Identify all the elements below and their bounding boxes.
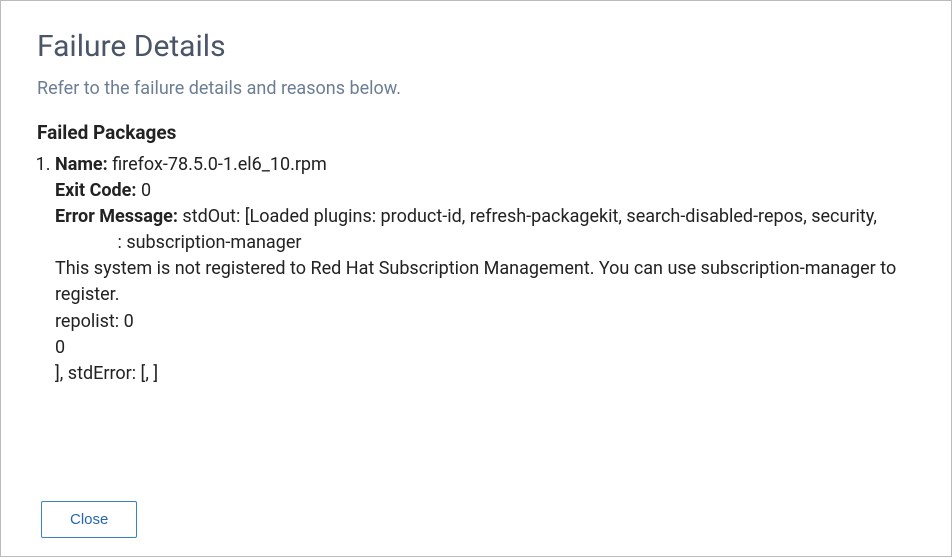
failed-packages-list: Name: firefox-78.5.0-1.el6_10.rpm Exit C… xyxy=(37,152,915,387)
dialog-footer: Close xyxy=(41,501,137,538)
package-item-body: Exit Code: 0 Error Message: stdOut: [Loa… xyxy=(55,178,915,387)
dialog-title: Failure Details xyxy=(37,29,915,64)
error-message-line6: ], stdError: [, ] xyxy=(55,361,915,387)
exit-code-value: 0 xyxy=(141,180,151,201)
error-message-line5: 0 xyxy=(55,335,915,361)
package-name-value: firefox-78.5.0-1.el6_10.rpm xyxy=(112,154,327,175)
name-label: Name: xyxy=(55,154,112,175)
error-message-label: Error Message: xyxy=(55,206,182,227)
exit-code-label: Exit Code: xyxy=(55,180,141,201)
error-line2-indent: : xyxy=(55,230,126,256)
dialog-subtitle: Refer to the failure details and reasons… xyxy=(37,78,915,99)
failure-details-dialog: Failure Details Refer to the failure det… xyxy=(0,0,952,557)
failed-packages-heading: Failed Packages xyxy=(37,121,915,144)
error-message-line1: stdOut: [Loaded plugins: product-id, ref… xyxy=(182,206,876,227)
error-message-line3: This system is not registered to Red Hat… xyxy=(55,256,915,308)
close-button[interactable]: Close xyxy=(41,501,137,538)
error-message-line2: subscription-manager xyxy=(126,232,301,253)
failed-package-item: Name: firefox-78.5.0-1.el6_10.rpm Exit C… xyxy=(55,152,915,387)
error-message-line4: repolist: 0 xyxy=(55,309,915,335)
